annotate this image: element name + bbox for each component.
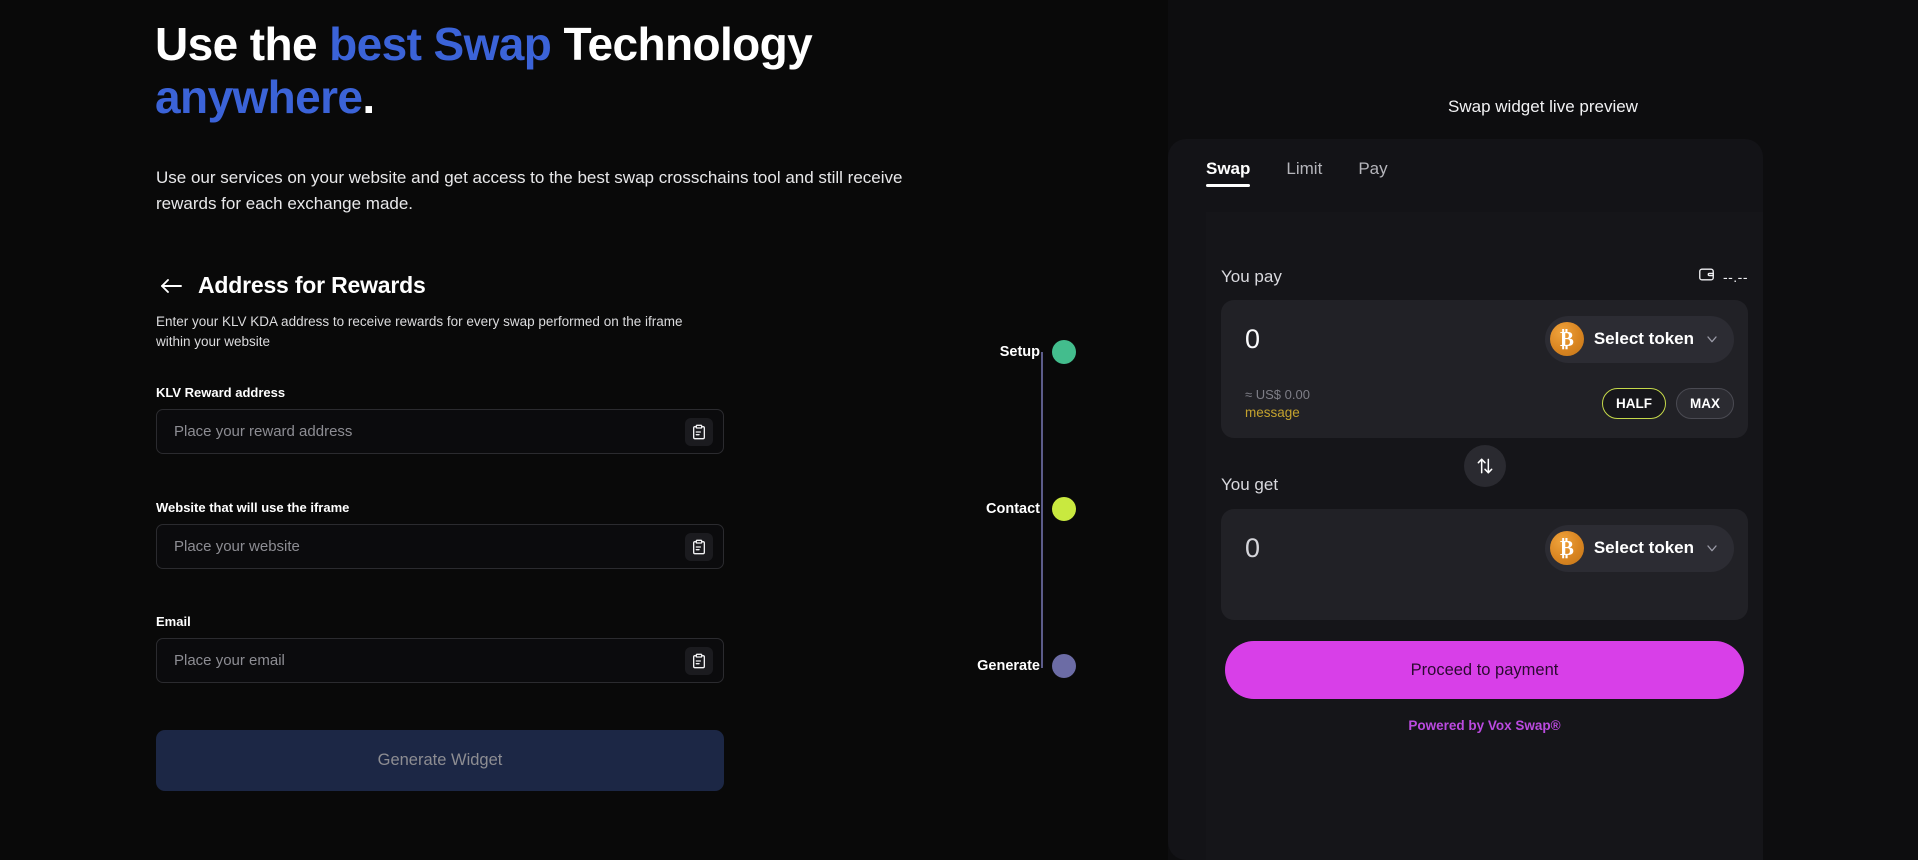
chevron-down-icon-get (1704, 540, 1720, 556)
preview-title: Swap widget live preview (1448, 97, 1638, 116)
widget-tabs: Swap Limit Pay (1206, 159, 1388, 187)
you-get-header: You get (1221, 475, 1748, 495)
headline-text-1: Use the (155, 18, 330, 70)
field-klv-reward-address: KLV Reward address (156, 385, 724, 454)
clipboard-icon-reward-address[interactable] (685, 417, 713, 446)
progress-stepper: Setup Contact Generate (940, 330, 1100, 690)
field-label-reward-address: KLV Reward address (156, 385, 286, 400)
headline-text-2: Technology (551, 18, 813, 70)
generate-widget-button[interactable]: Generate Widget (156, 730, 724, 791)
stepper-step-generate: Generate (940, 654, 1100, 678)
page-subtitle: Use our services on your website and get… (156, 168, 903, 214)
input-shell-reward-address[interactable] (156, 409, 724, 454)
section-header: Address for Rewards (158, 272, 426, 299)
half-button[interactable]: HALF (1602, 387, 1666, 419)
clipboard-icon-email[interactable] (685, 646, 713, 675)
you-pay-meta-row: ≈ US$ 0.00 message HALF MAX (1245, 376, 1734, 430)
you-pay-header: You pay --.-- (1221, 266, 1748, 288)
stepper-dot-setup (1052, 340, 1076, 364)
section-title: Address for Rewards (198, 272, 426, 298)
reward-address-input[interactable] (157, 410, 723, 453)
website-input[interactable] (157, 525, 723, 568)
you-get-amount-row: 0 ₿ Select token (1221, 509, 1748, 587)
input-shell-website[interactable] (156, 524, 724, 569)
you-get-token-label: Select token (1593, 538, 1694, 557)
stepper-step-setup: Setup (940, 340, 1100, 364)
input-shell-email[interactable] (156, 638, 724, 683)
you-get-card: 0 ₿ Select token (1221, 509, 1748, 620)
widget-body: You pay --.-- 0 ₿ Select token ≈ US$ 0.0… (1206, 212, 1763, 860)
email-input[interactable] (157, 639, 723, 682)
you-pay-label: You pay (1221, 267, 1282, 286)
stepper-step-contact: Contact (940, 497, 1100, 521)
you-get-amount[interactable]: 0 (1245, 533, 1260, 564)
you-pay-card: 0 ₿ Select token ≈ US$ 0.00 message HALF… (1221, 300, 1748, 438)
wallet-balance-value: --.-- (1722, 269, 1748, 285)
you-pay-amount-row: 0 ₿ Select token (1221, 300, 1748, 378)
headline-period: . (362, 71, 375, 124)
you-get-label: You get (1221, 475, 1279, 494)
page-title: Use the best Swap Technology anywhere. (155, 18, 915, 125)
tab-limit[interactable]: Limit (1286, 159, 1322, 187)
you-pay-usd-value: ≈ US$ 0.00 (1245, 386, 1310, 402)
wallet-icon (1698, 266, 1715, 288)
arrow-left-icon[interactable] (158, 275, 184, 297)
quick-amount-buttons: HALF MAX (1602, 387, 1734, 419)
headline-accent-2: anywhere (155, 71, 363, 124)
field-label-website: Website that will use the iframe (156, 500, 350, 515)
stepper-label-contact: Contact (986, 501, 1040, 517)
field-website-iframe: Website that will use the iframe (156, 500, 724, 569)
stepper-label-setup: Setup (999, 344, 1040, 360)
tab-swap[interactable]: Swap (1206, 159, 1251, 187)
left-pane: Use the best Swap Technology anywhere. U… (0, 0, 1168, 860)
you-pay-amount[interactable]: 0 (1245, 324, 1260, 355)
max-button[interactable]: MAX (1676, 387, 1734, 419)
you-pay-usd-block: ≈ US$ 0.00 message (1245, 387, 1310, 420)
field-email: Email (156, 614, 724, 683)
swap-widget: Swap Limit Pay You pay --.-- 0 ₿ Select … (1168, 139, 1763, 860)
clipboard-icon-website[interactable] (685, 532, 713, 561)
headline-accent-1: best Swap (329, 18, 552, 70)
tab-pay[interactable]: Pay (1358, 159, 1387, 187)
you-pay-token-label: Select token (1593, 329, 1694, 348)
bitcoin-icon-get: ₿ (1549, 531, 1584, 565)
field-label-email: Email (156, 614, 191, 629)
you-get-token-selector[interactable]: ₿ Select token (1544, 524, 1734, 572)
stepper-dot-generate (1052, 654, 1076, 678)
bitcoin-icon-pay: ₿ (1549, 322, 1584, 356)
stepper-label-generate: Generate (977, 658, 1040, 674)
chevron-down-icon-pay (1704, 331, 1720, 347)
stepper-dot-contact (1052, 497, 1076, 521)
proceed-to-payment-button[interactable]: Proceed to payment (1225, 641, 1744, 699)
wallet-balance: --.-- (1698, 266, 1748, 288)
you-pay-message: message (1245, 404, 1300, 420)
section-description: Enter your KLV KDA address to receive re… (156, 314, 683, 349)
you-pay-token-selector[interactable]: ₿ Select token (1544, 315, 1734, 363)
powered-by-label[interactable]: Powered by Vox Swap® (1206, 718, 1763, 733)
